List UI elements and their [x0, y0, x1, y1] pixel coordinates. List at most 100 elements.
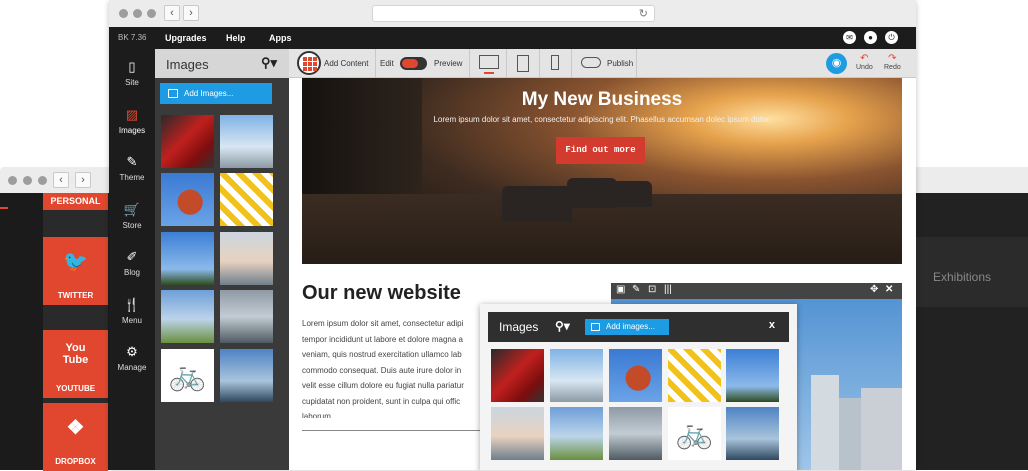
popup-thumb-fire-truck[interactable] [491, 349, 544, 402]
sidebar-item-store[interactable]: 🛒 Store [109, 202, 155, 230]
columns-icon[interactable]: ||| [664, 284, 672, 295]
forward-icon[interactable]: › [183, 5, 199, 21]
cloud-icon[interactable] [581, 57, 601, 68]
forward-icon[interactable]: › [75, 172, 91, 188]
sidebar-item-images[interactable]: ▨ Images [109, 107, 155, 135]
popup-thumb-mountains[interactable] [609, 407, 662, 460]
sidebar-item-manage[interactable]: ⚙ Manage [109, 344, 155, 372]
back-icon[interactable]: ‹ [53, 172, 69, 188]
page-body: Exhibitions [915, 193, 1028, 470]
menu-apps[interactable]: Apps [269, 33, 292, 43]
thumb-group[interactable] [220, 349, 273, 402]
panel-title: Images [166, 57, 209, 72]
popup-thumb-bull[interactable] [609, 349, 662, 402]
menu-upgrades[interactable]: Upgrades [165, 33, 207, 43]
hero-car [610, 181, 652, 207]
image-settings-icon[interactable]: ▣ [616, 284, 625, 295]
back-icon[interactable]: ‹ [164, 5, 180, 21]
chat-icon[interactable]: ✉ [843, 31, 856, 44]
thumb-skyline[interactable] [220, 115, 273, 168]
edit-icon: ✐ [126, 249, 138, 264]
twitter-tile[interactable]: 🐦 TWITTER [43, 237, 108, 305]
dropbox-tile[interactable]: ❖ DROPBOX [43, 403, 108, 471]
user-icon[interactable]: ● [864, 31, 877, 44]
divider [506, 49, 507, 78]
thumb-bicycle[interactable]: 🚲 [161, 349, 214, 402]
hero-section[interactable]: My New Business Lorem ipsum dolor sit am… [302, 78, 902, 264]
mobile-view-icon[interactable] [551, 55, 559, 70]
divider [375, 49, 376, 78]
redo-icon: ↷ [888, 53, 897, 64]
hero-car [502, 186, 572, 222]
popup-thumb-cyclist[interactable] [550, 407, 603, 460]
sidebar-item-menu[interactable]: 🍴 Menu [109, 297, 155, 325]
popup-thumb-statue[interactable] [726, 349, 779, 402]
panel-header: Images ⚲▾ [155, 49, 289, 78]
redo-label: Redo [884, 64, 901, 71]
window-dot [133, 9, 142, 18]
edit-label[interactable]: Edit [380, 59, 394, 68]
move-icon[interactable]: ✥ [870, 284, 878, 295]
reload-icon[interactable]: ↻ [639, 7, 648, 20]
exhibitions-link[interactable]: Exhibitions [933, 270, 991, 284]
fork-knife-icon: 🍴 [123, 297, 141, 312]
menu-help[interactable]: Help [226, 33, 246, 43]
sidebar-item-blog[interactable]: ✐ Blog [109, 249, 155, 277]
preview-eye-icon[interactable]: ◉ [826, 53, 847, 74]
thumb-cyclist[interactable] [161, 290, 214, 343]
twitter-label: TWITTER [57, 291, 94, 300]
address-bar[interactable]: ↻ [372, 5, 655, 22]
browser-chrome: ‹ › [0, 167, 112, 193]
add-images-button[interactable]: Add Images... [160, 83, 272, 104]
thumb-statue[interactable] [161, 232, 214, 285]
crop-icon[interactable]: ⊡ [648, 284, 656, 295]
popup-add-label: Add images... [606, 322, 655, 331]
skyscraper [811, 375, 839, 470]
thumb-woman[interactable] [220, 173, 273, 226]
search-icon[interactable]: ⚲▾ [261, 55, 277, 71]
popup-close-button[interactable]: x [769, 319, 775, 331]
popup-thumb-woman[interactable] [668, 349, 721, 402]
sidebar-item-theme[interactable]: ✎ Theme [109, 154, 155, 182]
add-content-icon[interactable] [297, 51, 321, 75]
sidebar-item-label: Images [118, 126, 146, 135]
tablet-view-icon[interactable] [517, 55, 529, 72]
find-out-more-button[interactable]: Find out more [556, 137, 645, 164]
hero-title: My New Business [521, 89, 683, 110]
redo-button[interactable]: ↷ Redo [884, 53, 901, 71]
popup-thumb-skyline[interactable] [550, 349, 603, 402]
add-content-button[interactable]: Add Content [324, 59, 368, 68]
popup-add-images-button[interactable]: Add images... [585, 319, 669, 335]
app-menubar: BK 7.36 Upgrades Help Apps ✉ ● ⏻ [109, 27, 916, 49]
preview-label[interactable]: Preview [434, 59, 462, 68]
undo-icon: ↶ [860, 53, 869, 64]
sidebar-item-label: Site [125, 78, 139, 87]
edit-preview-toggle[interactable] [400, 57, 427, 70]
divider [636, 49, 637, 78]
sidebar-item-label: Blog [123, 268, 140, 277]
thumb-fire-truck[interactable] [161, 115, 214, 168]
popup-thumb-group[interactable] [726, 407, 779, 460]
thumb-bull[interactable] [161, 173, 214, 226]
search-icon[interactable]: ⚲▾ [555, 319, 570, 333]
youtube-tile[interactable]: You Tube YOUTUBE [43, 330, 108, 398]
close-icon[interactable]: ✕ [885, 284, 893, 295]
sidebar-item-site[interactable]: ▯ Site [109, 59, 155, 87]
thumb-river-city[interactable] [220, 232, 273, 285]
popup-thumb-river-city[interactable] [491, 407, 544, 460]
thumb-mountains[interactable] [220, 290, 273, 343]
popup-thumb-bicycle[interactable]: 🚲 [668, 407, 721, 460]
dropbox-label: DROPBOX [55, 457, 96, 466]
background-browser-right: Exhibitions [915, 167, 1028, 470]
publish-button[interactable]: Publish [607, 59, 633, 68]
desktop-view-icon[interactable] [479, 55, 499, 69]
image-block-toolbar: ▣ ✎ ⊡ ||| ✥ ✕ [611, 283, 902, 299]
divider [469, 49, 470, 78]
undo-button[interactable]: ↶ Undo [856, 53, 873, 71]
logout-icon[interactable]: ⏻ [885, 31, 898, 44]
divider-line [302, 430, 482, 431]
brush-icon[interactable]: ✎ [632, 284, 640, 295]
brush-icon: ✎ [126, 154, 138, 169]
page-body: PERSONAL 🐦 TWITTER You Tube YOUTUBE ❖ DRO… [0, 193, 112, 471]
hero-subtitle: Lorem ipsum dolor sit amet, consectetur … [433, 115, 771, 124]
